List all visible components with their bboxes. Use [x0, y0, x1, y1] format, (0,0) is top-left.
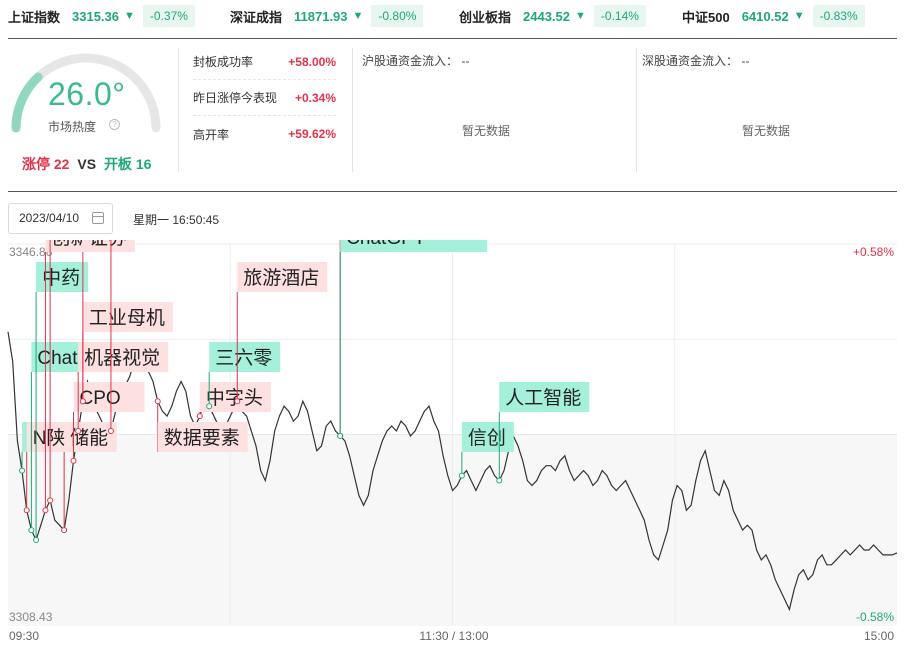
tag-label: CPO — [80, 388, 121, 409]
ticker-name: 深证成指 — [230, 9, 283, 25]
ticker-value: 11871.93 — [294, 8, 348, 24]
stat-label: 昨日涨停今表现 — [193, 91, 278, 105]
tag-anchor-dot — [196, 413, 203, 420]
tag-anchor-dot — [23, 507, 30, 514]
hk-sz-no-data: 暂无数据 — [742, 124, 791, 138]
ticker-csi500[interactable]: 中证500 6410.52 ▼ -0.83% — [682, 4, 865, 28]
tag-label: 机器视觉 — [84, 347, 160, 369]
hk-sz-flow: 深股通资金流入： -- — [642, 52, 749, 69]
heat-value: 26.0° — [48, 76, 126, 112]
stat-label: 高开率 — [193, 127, 230, 142]
tag-anchor-dot — [75, 427, 82, 434]
tag-anchor-dot — [42, 507, 49, 514]
tag-label: ChatGPT — [346, 240, 426, 249]
stat-value: +0.34% — [294, 90, 336, 105]
pct-bottom-label: -0.58% — [856, 610, 894, 624]
down-arrow-icon: ▼ — [352, 10, 364, 22]
chart-grid — [8, 243, 897, 626]
flow-label: 沪股通资金流入： — [362, 54, 459, 68]
index-ticker-bar: 上证指数 3315.36 ▼ -0.37% 深证成指 11871.93 ▼ -0… — [0, 0, 911, 32]
heat-label: 市场热度 — [48, 120, 97, 134]
x-label-close: 15:00 — [864, 629, 894, 643]
flow-label: 深股通资金流入： — [642, 54, 739, 68]
down-arrow-icon: ▼ — [793, 10, 805, 22]
limit-up-label: 涨停 — [22, 156, 50, 172]
tag-label: 旅游酒店 — [243, 267, 319, 289]
down-arrow-icon: ▼ — [575, 10, 586, 22]
hk-sh-flow: 沪股通资金流入： -- — [362, 52, 469, 69]
pct-top-label: +0.58% — [853, 245, 894, 259]
vs-label: VS — [77, 156, 97, 172]
limit-up-count: 22 — [53, 156, 70, 172]
tag-anchor-dot — [337, 432, 344, 439]
tag-label: 中药 — [42, 267, 80, 289]
ticker-value: 6410.52 — [741, 8, 789, 24]
tag-anchor-dot — [47, 497, 54, 504]
panel-divider — [636, 48, 637, 172]
tag-anchor-dot — [19, 467, 26, 474]
tag-label: 信创 — [468, 427, 506, 449]
weekday-time: 星期一 16:50:45 — [133, 213, 220, 227]
tag-anchor-dot — [28, 527, 35, 534]
middle-divider — [8, 191, 897, 192]
down-arrow-icon: ▼ — [124, 10, 135, 22]
ticker-change: -0.80% — [371, 5, 424, 27]
ticker-value: 3315.36 — [72, 8, 120, 24]
open-board-count: 16 — [135, 156, 152, 172]
tag-anchor-dot — [107, 427, 114, 434]
stat-label: 封板成功率 — [193, 55, 254, 69]
stat-row: 昨日涨停今表现 +0.34% — [193, 80, 336, 116]
ticker-shenzhen[interactable]: 深证成指 11871.93 ▼ -0.80% — [230, 4, 424, 28]
panel-divider — [178, 48, 179, 172]
top-divider — [8, 38, 897, 39]
tag-label: 数据要素 — [164, 427, 240, 449]
tag-anchor-dot — [70, 457, 77, 464]
x-label-open: 09:30 — [9, 629, 39, 643]
tag-anchor-dot — [496, 477, 503, 484]
gauge-fill — [11, 72, 43, 133]
concept-tag[interactable]: 中字头 — [196, 382, 271, 420]
tag-label: 中字头 — [206, 387, 263, 409]
tag-label: 人工智能 — [505, 387, 581, 409]
tag-label: 工业母机 — [89, 307, 165, 329]
tag-anchor-dot — [33, 537, 40, 544]
stat-value: +59.62% — [288, 127, 336, 141]
ticker-change: -0.14% — [593, 5, 646, 27]
tag-anchor-dot — [234, 398, 241, 405]
stat-row: 封板成功率 +58.00% — [193, 44, 336, 80]
open-board-label: 开板 — [103, 156, 132, 172]
tag-anchor-dot — [154, 398, 161, 405]
stat-row: 高开率 +59.62% — [193, 116, 336, 152]
tag-anchor-dot — [61, 527, 68, 534]
limit-up-summary: 涨停 22 VS 开板 16 — [22, 154, 151, 174]
hk-sh-no-data: 暂无数据 — [462, 124, 511, 138]
ticker-name: 中证500 — [682, 9, 730, 25]
ticker-value: 2443.52 — [523, 8, 571, 24]
panel-divider — [352, 48, 353, 172]
limit-stats: 封板成功率 +58.00% 昨日涨停今表现 +0.34% 高开率 +59.62% — [193, 44, 336, 152]
x-label-noon: 11:30 / 13:00 — [419, 629, 488, 643]
tag-anchor-dot — [458, 472, 465, 479]
ticker-change: -0.83% — [812, 5, 865, 27]
tag-label: Chat — [37, 348, 78, 369]
intraday-chart[interactable]: 3346.86 3308.43 +0.58% -0.58% 09:30 11:3… — [0, 240, 911, 655]
date-value: 2023/04/10 — [19, 211, 80, 225]
info-icon[interactable]: ? — [109, 119, 120, 130]
date-picker[interactable]: 2023/04/10 — [8, 203, 113, 234]
stat-value: +58.00% — [288, 54, 336, 69]
ticker-name: 上证指数 — [8, 9, 61, 25]
ticker-chinext[interactable]: 创业板指 2443.52 ▼ -0.14% — [459, 4, 646, 28]
tag-anchor-dot — [79, 398, 86, 405]
flow-value: -- — [461, 54, 470, 68]
ticker-name: 创业板指 — [459, 9, 512, 25]
y-bottom-label: 3308.43 — [9, 610, 53, 624]
ticker-change: -0.37% — [142, 5, 195, 27]
calendar-icon[interactable] — [92, 212, 104, 224]
ticker-shanghai[interactable]: 上证指数 3315.36 ▼ -0.37% — [8, 4, 195, 28]
flow-value: -- — [741, 54, 750, 68]
tag-label: 三六零 — [215, 347, 272, 369]
tag-anchor-dot — [206, 403, 213, 410]
tag-label: 证券 — [89, 240, 127, 249]
